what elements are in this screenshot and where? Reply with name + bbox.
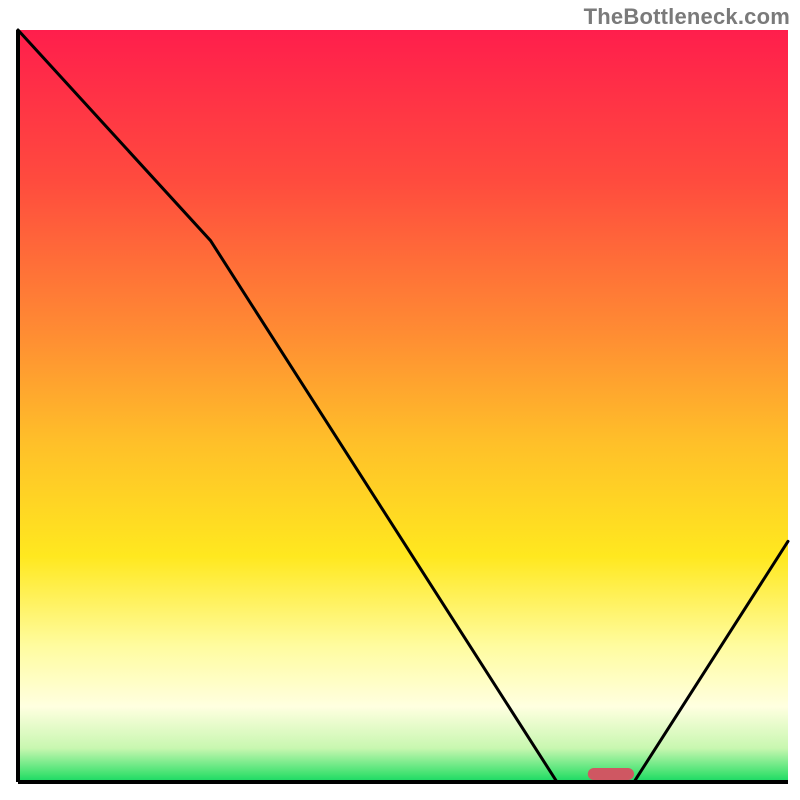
optimal-marker: [588, 768, 634, 780]
chart-frame: TheBottleneck.com: [0, 0, 800, 800]
bottleneck-chart: [0, 0, 800, 800]
gradient-background: [18, 30, 788, 782]
watermark-text: TheBottleneck.com: [584, 4, 790, 30]
